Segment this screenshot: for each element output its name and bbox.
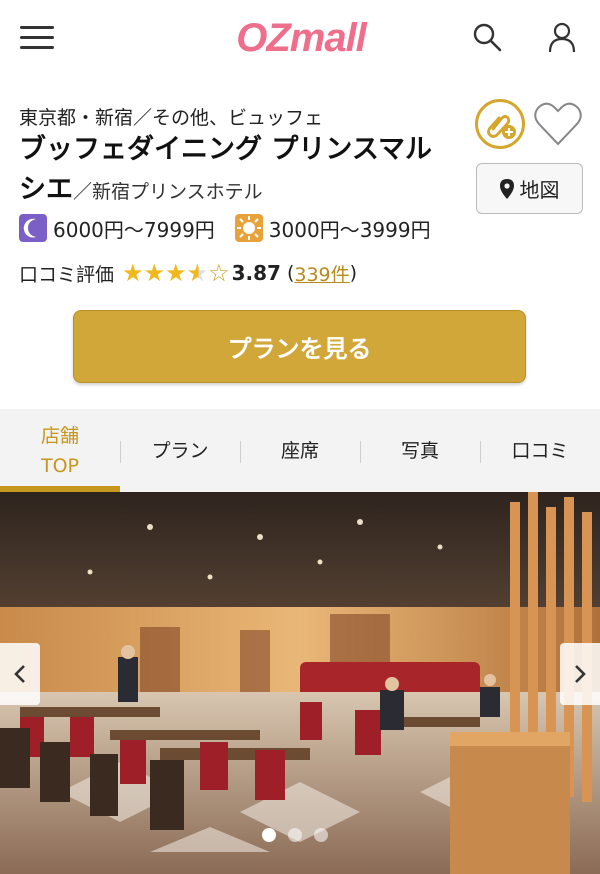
slide-dot[interactable] xyxy=(262,828,276,842)
tab-shop-top[interactable]: 店舗 TOP xyxy=(0,409,120,492)
chevron-left-icon xyxy=(14,665,25,683)
review-label: 口コミ評価 xyxy=(19,263,115,286)
tab-seats[interactable]: 座席 xyxy=(240,409,360,492)
rating-stars: ★★★★☆ xyxy=(122,259,230,287)
price-row: 6000円～7999円 3000円～3999円 xyxy=(19,213,431,243)
tab-divider xyxy=(120,441,121,463)
slide-dot[interactable] xyxy=(314,828,328,842)
hotel-name: ／新宿プリンスホテル xyxy=(73,181,263,203)
hamburger-menu-icon[interactable] xyxy=(20,24,56,52)
rating-score: 3.87 xyxy=(231,261,281,285)
clip-plus-icon xyxy=(487,115,516,139)
clip-add-button[interactable] xyxy=(475,99,525,149)
sun-icon xyxy=(234,214,263,242)
restaurant-photo[interactable] xyxy=(0,492,600,874)
chevron-right-icon xyxy=(575,665,586,683)
map-button[interactable]: 地図 xyxy=(476,163,583,214)
tab-photos[interactable]: 写真 xyxy=(360,409,480,492)
shop-tabs: 店舗 TOP プラン 座席 写真 口コミ xyxy=(0,409,600,492)
favorite-heart-icon[interactable] xyxy=(531,99,585,149)
review-count-link[interactable]: 339件 xyxy=(294,260,349,287)
search-icon[interactable] xyxy=(470,20,504,54)
tab-divider xyxy=(240,441,241,463)
shop-area-category: 東京都・新宿／その他、ビュッフェ xyxy=(19,107,324,129)
tab-divider xyxy=(480,441,481,463)
review-row: 口コミ評価 ★★★★☆ 3.87 (339件) xyxy=(19,259,358,287)
slide-prev-button[interactable] xyxy=(0,643,40,705)
ozmall-logo[interactable]: OZmall xyxy=(220,14,382,62)
tab-reviews[interactable]: 口コミ xyxy=(480,409,600,492)
slide-dot[interactable] xyxy=(288,828,302,842)
dinner-price: 6000円～7999円 xyxy=(53,217,215,242)
tab-divider xyxy=(360,441,361,463)
slide-indicator xyxy=(262,828,328,842)
user-icon[interactable] xyxy=(545,20,579,54)
header: OZmall xyxy=(0,0,600,78)
map-pin-icon xyxy=(499,178,514,199)
lunch-price: 3000円～3999円 xyxy=(268,217,431,242)
slide-next-button[interactable] xyxy=(560,643,600,705)
view-plans-button[interactable]: プランを見る xyxy=(73,310,526,383)
map-button-label: 地図 xyxy=(519,178,560,202)
tab-plan[interactable]: プラン xyxy=(120,409,240,492)
shop-title: ブッフェダイニング プリンスマルシエ／新宿プリンスホテル xyxy=(19,130,459,212)
moon-icon xyxy=(19,214,47,242)
